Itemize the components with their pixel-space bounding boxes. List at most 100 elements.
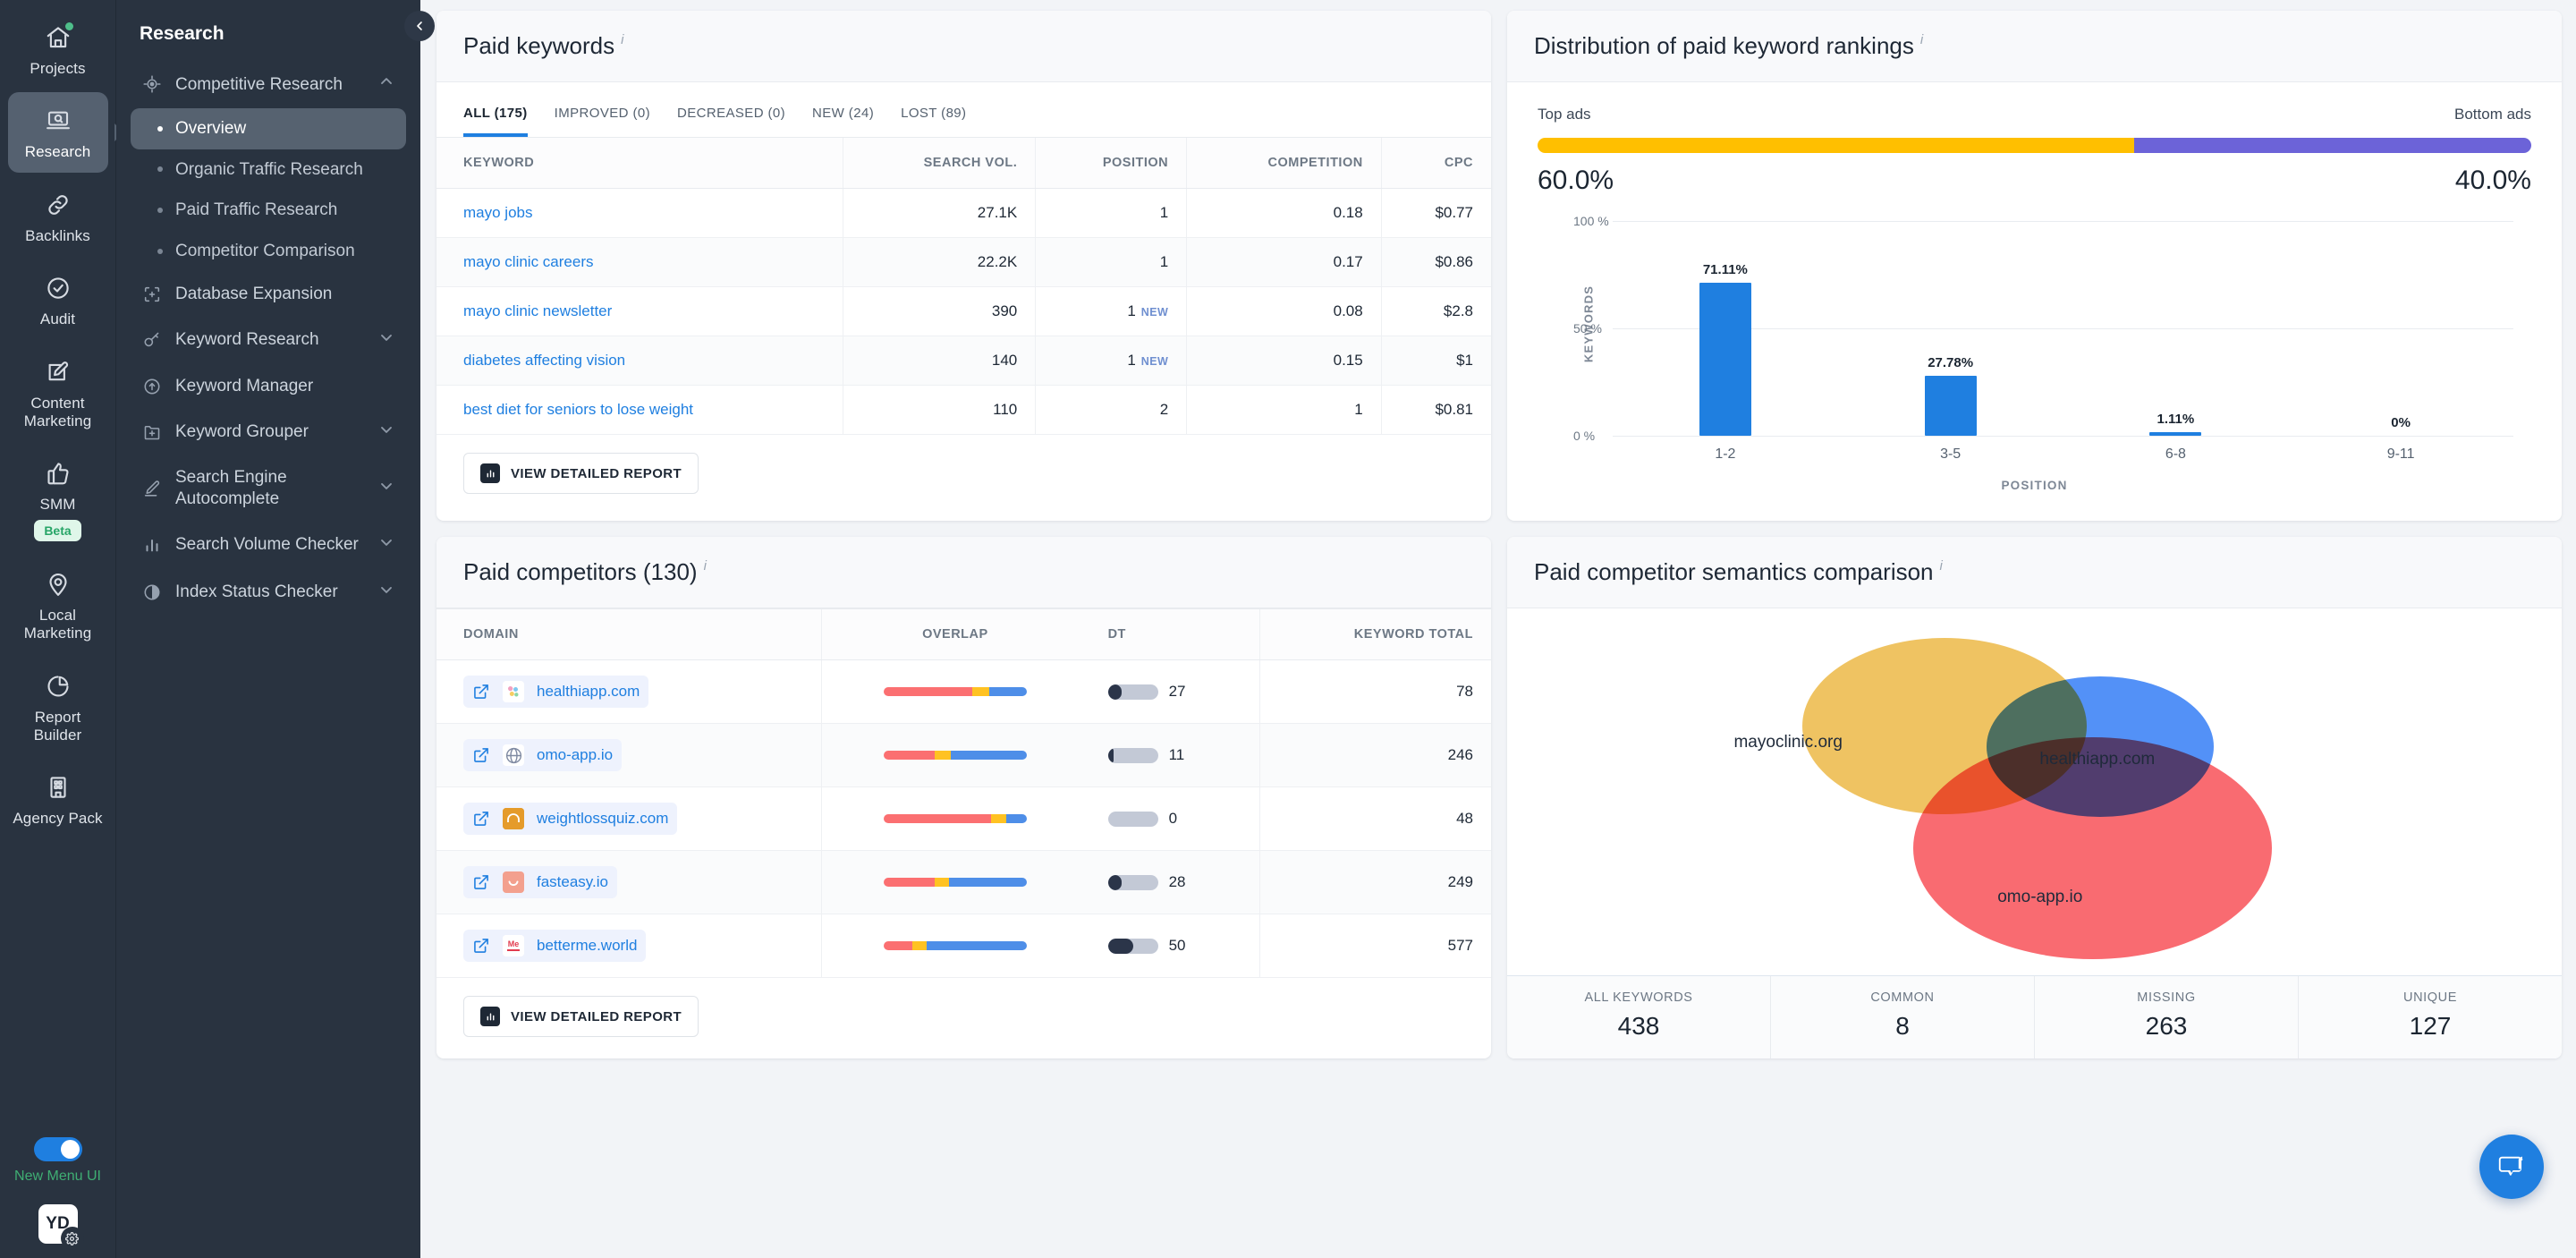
dt-cell: 11 [1088,723,1260,787]
view-detailed-report-button-keywords[interactable]: VIEW DETAILED REPORT [463,453,699,494]
tab-lost[interactable]: LOST (89) [901,106,966,137]
chat-bubble-icon[interactable] [2479,1135,2544,1199]
info-icon[interactable]: i [704,558,707,574]
rail-item-projects[interactable]: Projects [8,9,108,89]
chart-bar-9-11[interactable]: 0% [2288,212,2513,436]
paid-competitors-report-bar: VIEW DETAILED REPORT [436,978,1491,1058]
domain-label[interactable]: healthiapp.com [537,683,640,701]
external-link-icon[interactable] [472,810,490,828]
collapse-sidebar-button[interactable] [404,11,435,41]
competition-cell: 0.15 [1186,336,1382,386]
rail-item-smm[interactable]: SMM Beta [8,445,108,551]
keyword-cell: best diet for seniors to lose weight [436,385,843,435]
info-icon[interactable]: i [1920,32,1923,47]
chevron-down-icon[interactable] [377,581,395,605]
nav-subitem-overview[interactable]: Overview [131,107,406,149]
nav-item-keyword-grouper[interactable]: Keyword Grouper [131,409,406,456]
info-icon[interactable]: i [621,32,623,47]
position-value: 2 [1159,401,1169,418]
paid-competitors-table: DOMAIN OVERLAP DT KEYWORD TOTAL healthiapp.… [436,608,1491,978]
rail-item-report-builder[interactable]: Report Builder [8,658,108,756]
bar [2149,432,2202,436]
keyword-link[interactable]: mayo clinic careers [463,253,594,270]
column-header-domain[interactable]: DOMAIN [436,608,822,660]
keyword-link[interactable]: mayo jobs [463,204,532,221]
chart-bar-3-5[interactable]: 27.78% [1838,212,2063,436]
chevron-down-icon[interactable] [377,477,395,501]
nav-subitem-paid-traffic-research[interactable]: Paid Traffic Research [131,190,406,231]
search-volume-cell: 110 [843,385,1036,435]
column-header-search-vol[interactable]: SEARCH VOL. [843,137,1036,189]
nav-item-database-expansion[interactable]: Database Expansion [131,272,406,317]
nav-item-competitive-research[interactable]: Competitive Research [131,61,406,108]
overlap-segment [883,687,973,696]
column-header-cpc[interactable]: CPC [1380,137,1491,189]
domain-label[interactable]: fasteasy.io [537,873,608,891]
tab-new[interactable]: NEW (24) [812,106,874,137]
rail-item-audit[interactable]: Audit [8,259,108,339]
bottom-ads-label: Bottom ads [2454,106,2531,123]
bar [1924,376,1977,436]
nav-item-search-volume-checker[interactable]: Search Volume Checker [131,522,406,569]
position-value: 1 [1159,204,1169,221]
domain-link[interactable]: Me betterme.world [463,930,647,962]
laptop-search-icon [42,105,74,137]
domain-link[interactable]: healthiapp.com [463,676,649,708]
column-header-keyword[interactable]: KEYWORD [436,137,843,189]
cpc-cell: $0.86 [1380,237,1491,287]
keyword-link[interactable]: diabetes affecting vision [463,352,625,369]
nav-item-search-engine-autocomplete[interactable]: Search Engine Autocomplete [131,455,406,522]
overlap-segment [989,687,1027,696]
chevron-up-icon[interactable] [377,72,395,97]
rail-item-research[interactable]: Research [7,92,108,173]
new-badge: NEW [1140,306,1169,319]
info-icon[interactable]: i [1940,558,1943,574]
domain-link[interactable]: omo-app.io [463,739,623,771]
rail-item-agency-pack[interactable]: Agency Pack [8,759,108,838]
domain-link[interactable]: fasteasy.io [463,866,618,898]
chart-bar-6-8[interactable]: 1.11% [2063,212,2289,436]
rail-item-backlinks[interactable]: Backlinks [8,176,108,256]
tab-all[interactable]: ALL (175) [463,106,528,137]
domain-link[interactable]: weightlossquiz.com [463,803,678,835]
chevron-down-icon[interactable] [377,421,395,445]
dt-gauge [1107,747,1158,763]
chevron-down-icon[interactable] [377,328,395,353]
keyword-link[interactable]: best diet for seniors to lose weight [463,401,693,418]
domain-label[interactable]: weightlossquiz.com [537,810,668,828]
keyword-link[interactable]: mayo clinic newsletter [463,302,612,319]
rail-item-local-marketing[interactable]: Local Marketing [8,556,108,654]
chevron-down-icon[interactable] [377,533,395,557]
external-link-icon[interactable] [472,873,490,891]
chart-bar-1-2[interactable]: 71.11% [1613,212,1838,436]
nav-item-keyword-manager[interactable]: Keyword Manager [131,364,406,409]
tab-improved[interactable]: IMPROVED (0) [555,106,650,137]
folder-plus-icon [141,421,163,443]
column-header-position[interactable]: POSITION [1035,137,1187,189]
column-header-competition[interactable]: COMPETITION [1186,137,1382,189]
nav-subitem-competitor-comparison[interactable]: Competitor Comparison [131,231,406,272]
column-header-overlap[interactable]: OVERLAP [821,608,1089,660]
domain-label[interactable]: omo-app.io [537,746,613,764]
domain-cell: fasteasy.io [436,850,822,914]
domain-cell: healthiapp.com [436,659,822,724]
column-header-keyword-total[interactable]: KEYWORD TOTAL [1259,608,1491,660]
tab-decreased[interactable]: DECREASED (0) [677,106,785,137]
external-link-icon[interactable] [472,683,490,701]
venn-circle-omo-app-io[interactable] [1912,736,2272,960]
gear-icon[interactable] [60,1227,84,1250]
external-link-icon[interactable] [472,937,490,955]
domain-label[interactable]: betterme.world [537,937,637,955]
paid-competitors-title: Paid competitors (130) [463,558,698,585]
new-menu-ui-toggle[interactable] [33,1137,82,1161]
rail-item-content-marketing[interactable]: Content Marketing [8,344,108,442]
dt-gauge [1107,811,1158,827]
nav-subitem-organic-traffic-research[interactable]: Organic Traffic Research [131,149,406,191]
column-header-dt[interactable]: DT [1088,608,1260,660]
nav-item-index-status-checker[interactable]: Index Status Checker [131,569,406,616]
view-detailed-report-button-competitors[interactable]: VIEW DETAILED REPORT [463,996,699,1037]
position-cell: 1 [1035,188,1187,238]
nav-item-keyword-research[interactable]: Keyword Research [131,317,406,364]
external-link-icon[interactable] [472,746,490,764]
overlap-segment [935,751,952,760]
